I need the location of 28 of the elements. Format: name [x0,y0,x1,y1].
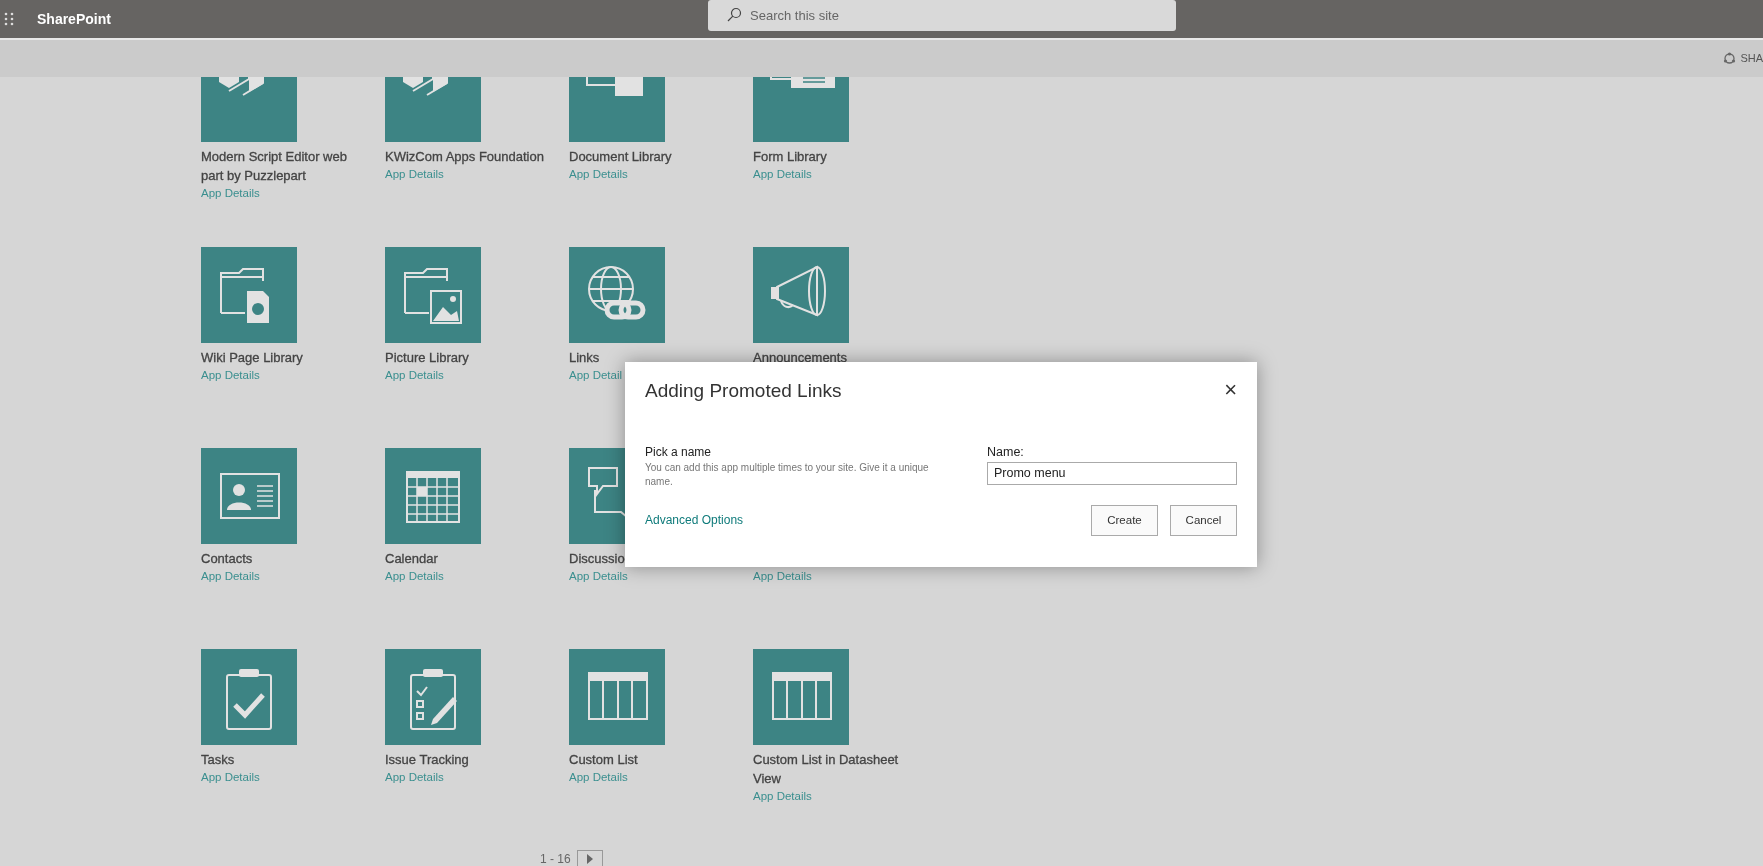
advanced-options-link[interactable]: Advanced Options [645,511,744,530]
app-name[interactable]: Form Library [753,147,913,166]
app-name[interactable]: Custom List in Datasheet View [753,750,913,788]
app-name[interactable]: Calendar [385,549,545,568]
search-field[interactable]: Search this site [708,0,1176,31]
cancel-button[interactable]: Cancel [1170,504,1237,536]
next-arrow-icon [585,854,594,864]
section-description: You can add this app multiple times to your site. Give it a unique name. [645,460,930,489]
create-button[interactable]: Create [1091,504,1158,536]
app-name[interactable]: Issue Tracking [385,750,545,769]
app-name[interactable]: Tasks [201,750,361,769]
app-title[interactable]: SharePoint [37,8,111,30]
app-name[interactable]: KWizCom Apps Foundation [385,147,545,166]
field-label: Name: [987,443,1025,461]
share-label[interactable]: SHA [1740,50,1763,67]
app-name[interactable]: Contacts [201,549,361,568]
app-name[interactable]: Modern Script Editor web part by Puzzlepart [201,147,361,185]
app-name[interactable]: Document Library [569,147,729,166]
page-range: 1 - 16 [540,851,571,866]
section-title: Pick a name [645,443,713,461]
share-icon[interactable] [1723,52,1737,65]
app-name[interactable]: Picture Library [385,348,545,367]
app-name[interactable]: Wiki Page Library [201,348,361,367]
dialog-title: Adding Promoted Links [645,380,842,403]
name-field[interactable]: Promo menu [987,461,1237,485]
close-button[interactable]: × [1222,380,1237,400]
app-name[interactable]: Custom List [569,750,729,769]
next-page-button[interactable] [576,850,603,866]
